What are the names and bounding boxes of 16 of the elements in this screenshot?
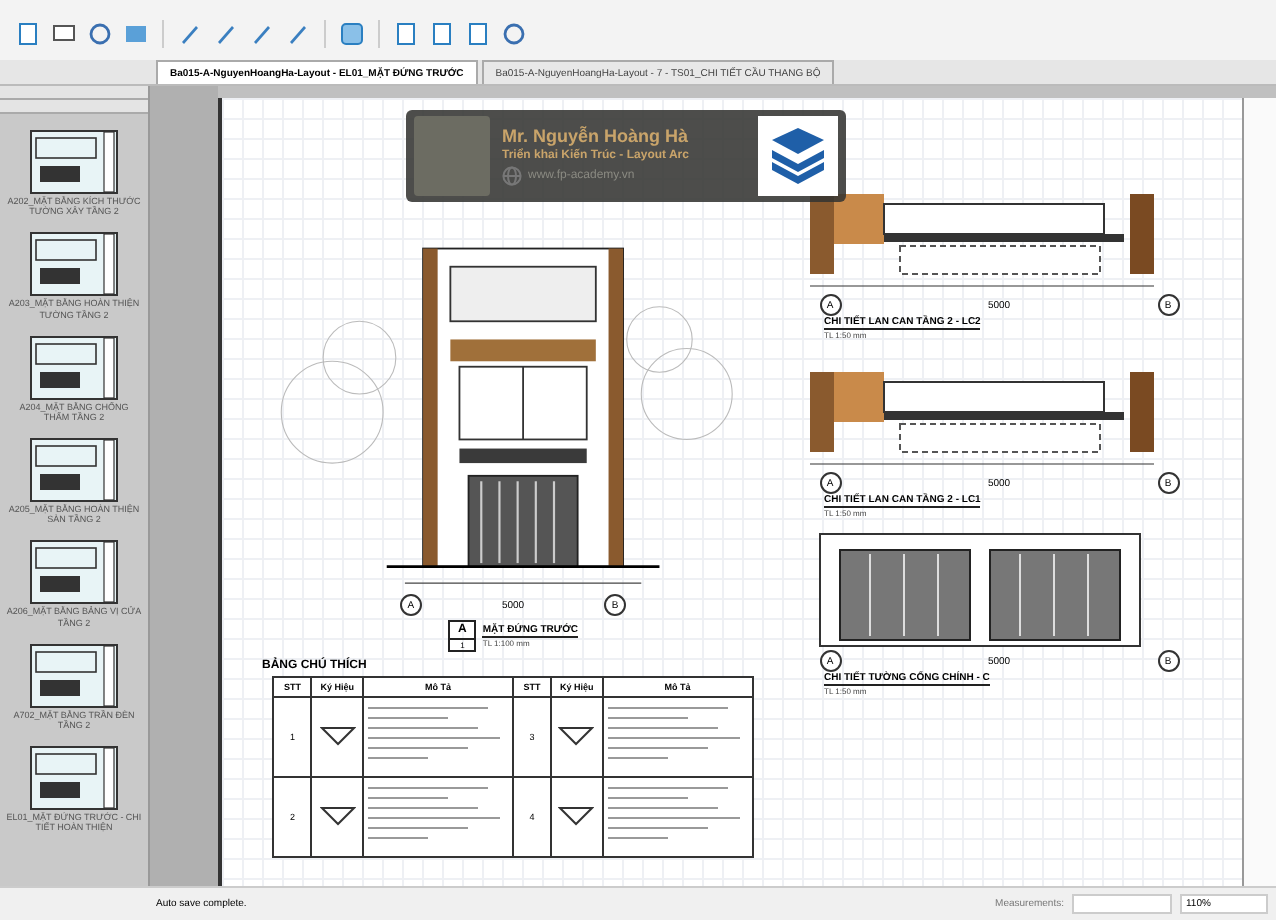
page-thumbnail[interactable] [30, 335, 118, 400]
globe-icon [502, 166, 522, 186]
page-thumbnail[interactable] [30, 232, 118, 297]
measurements-field[interactable] [1072, 894, 1172, 914]
page-thumbnail[interactable] [30, 746, 118, 811]
level-symbol-icon [558, 801, 595, 825]
page-thumbnail[interactable] [30, 643, 118, 708]
presenter-name: Mr. Nguyễn Hoàng Hà [502, 126, 691, 146]
photo-placeholder [414, 116, 490, 196]
stacked-layers-logo-icon [758, 116, 838, 196]
page-thumbnail[interactable] [30, 540, 118, 605]
page-thumbnail[interactable] [30, 130, 118, 194]
level-symbol-icon [319, 721, 356, 745]
level-symbol-icon [558, 721, 595, 745]
level-symbol-icon [319, 801, 356, 825]
page-thumbnail[interactable] [30, 438, 118, 503]
